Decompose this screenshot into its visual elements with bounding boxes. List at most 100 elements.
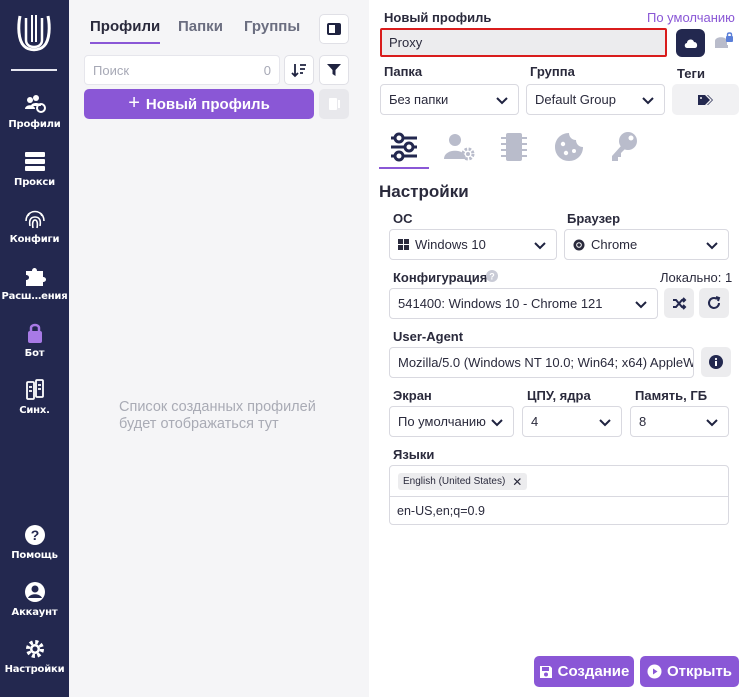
nav-item-account[interactable]: Аккаунт [0, 581, 69, 633]
local-count: Локально: 1 [660, 270, 733, 285]
screen-select[interactable]: По умолчанию [389, 406, 514, 437]
tab-hardware[interactable] [494, 127, 534, 167]
config-value: 541400: Windows 10 - Chrome 121 [398, 296, 603, 311]
group-select[interactable]: Default Group [526, 84, 665, 115]
locked-stack-icon[interactable] [713, 31, 735, 51]
default-link[interactable]: По умолчанию [647, 10, 735, 25]
nav-item-help[interactable]: ? Помощь [0, 524, 69, 576]
filter-button[interactable] [319, 55, 349, 85]
user-gear-icon [444, 134, 475, 161]
nav-item-extensions[interactable]: Расш…ения [0, 265, 69, 317]
languages-divider [390, 496, 728, 497]
user-agent-field[interactable]: Mozilla/5.0 (Windows NT 10.0; Win64; x64… [389, 347, 694, 378]
shuffle-config-button[interactable] [664, 288, 694, 318]
language-chip-label: English (United States) [403, 476, 506, 487]
settings-heading: Настройки [379, 182, 469, 201]
config-select[interactable]: 541400: Windows 10 - Chrome 121 [389, 288, 658, 319]
screen-label: Экран [393, 388, 432, 403]
profiles-panel: Профили Папки Группы Поиск 0 + Новый про… [69, 0, 369, 697]
remove-chip-icon[interactable]: ✕ [512, 475, 522, 489]
sort-icon [291, 64, 306, 78]
app-logo-icon [17, 15, 51, 52]
tab-user-settings[interactable] [439, 127, 479, 167]
chevron-down-icon [496, 97, 508, 105]
browser-label: Браузер [567, 211, 621, 226]
chevron-down-icon [635, 301, 647, 309]
nav-label: Расш…ения [1, 291, 68, 302]
nav-label: Профили [8, 119, 61, 130]
cookie-icon [555, 133, 583, 161]
open-button[interactable]: Открыть [640, 656, 739, 687]
help-circle-icon[interactable]: ? [486, 270, 498, 282]
toggle-panel-button[interactable] [319, 14, 349, 44]
os-select[interactable]: Windows 10 [389, 229, 557, 260]
nav-label: Аккаунт [11, 607, 58, 618]
cpu-select[interactable]: 4 [522, 406, 622, 437]
memory-label: Память, ГБ [635, 388, 708, 403]
panel-toggle-icon [327, 23, 341, 35]
user-agent-value: Mozilla/5.0 (Windows NT 10.0; Win64; x64… [398, 355, 694, 370]
proxy-value: Proxy [389, 35, 423, 50]
nav-item-proxy[interactable]: Прокси [0, 151, 69, 203]
tab-passwords[interactable] [604, 127, 644, 167]
folder-value: Без папки [389, 92, 449, 107]
search-input[interactable]: Поиск 0 [84, 55, 280, 85]
proxy-field[interactable]: Proxy [380, 28, 667, 57]
new-profile-button[interactable]: + Новый профиль [84, 89, 314, 119]
chevron-down-icon [599, 419, 611, 427]
lock-icon [27, 323, 42, 343]
user-agent-label: User-Agent [393, 329, 464, 344]
tab-general-settings[interactable] [384, 127, 424, 167]
puzzle-icon [25, 268, 46, 286]
create-button[interactable]: Создание [534, 656, 634, 687]
sort-button[interactable] [284, 55, 314, 85]
fingerprint-icon [24, 210, 45, 229]
nav-label: Синх. [19, 405, 50, 416]
tab-profiles[interactable]: Профили [90, 18, 161, 44]
sliders-icon [391, 132, 417, 162]
browser-select[interactable]: Chrome [564, 229, 729, 260]
tags-icon [697, 94, 713, 105]
info-icon [709, 355, 723, 369]
open-label: Открыть [666, 663, 733, 680]
account-icon [24, 582, 45, 602]
import-button[interactable] [319, 89, 349, 119]
users-gear-icon [24, 95, 46, 113]
languages-field[interactable]: English (United States) ✕ en-US,en;q=0.9 [389, 465, 729, 525]
cpu-label: ЦПУ, ядра [527, 388, 591, 403]
nav-item-settings[interactable]: Настройки [0, 638, 69, 690]
plus-icon: + [128, 91, 140, 114]
nav-item-profiles[interactable]: Профили [0, 93, 69, 145]
folder-select[interactable]: Без папки [380, 84, 519, 115]
memory-select[interactable]: 8 [630, 406, 729, 437]
group-value: Default Group [535, 92, 616, 107]
user-agent-info-button[interactable] [701, 347, 731, 377]
svg-text:?: ? [30, 527, 39, 543]
memory-value: 8 [639, 414, 647, 429]
browser-value: Chrome [591, 237, 638, 252]
new-profile-label: Новый профиль [145, 95, 270, 113]
tab-cookies[interactable] [549, 127, 589, 167]
chevron-down-icon [706, 419, 718, 427]
tags-label: Теги [677, 66, 705, 81]
chevron-down-icon [491, 419, 503, 427]
nav-item-bot[interactable]: Бот [0, 322, 69, 374]
chevron-down-icon [642, 97, 654, 105]
cloud-proxy-button[interactable] [676, 29, 705, 57]
tab-groups[interactable]: Группы [244, 18, 300, 44]
profile-count: 0 [263, 62, 271, 78]
search-placeholder: Поиск [93, 62, 130, 78]
refresh-config-button[interactable] [699, 288, 729, 318]
save-icon [539, 665, 552, 678]
os-value: Windows 10 [415, 237, 486, 252]
chrome-icon [573, 239, 585, 250]
tags-button[interactable] [672, 84, 739, 115]
folder-label: Папка [384, 64, 423, 79]
main-nav: Профили Прокси Конфиги Расш…ения Бот Син… [0, 0, 69, 697]
svg-text:?: ? [489, 272, 495, 282]
languages-value: en-US,en;q=0.9 [397, 504, 485, 518]
nav-item-configs[interactable]: Конфиги [0, 208, 69, 260]
tab-folders[interactable]: Папки [178, 18, 223, 44]
group-label: Группа [530, 64, 575, 79]
nav-item-sync[interactable]: Синх. [0, 379, 69, 431]
